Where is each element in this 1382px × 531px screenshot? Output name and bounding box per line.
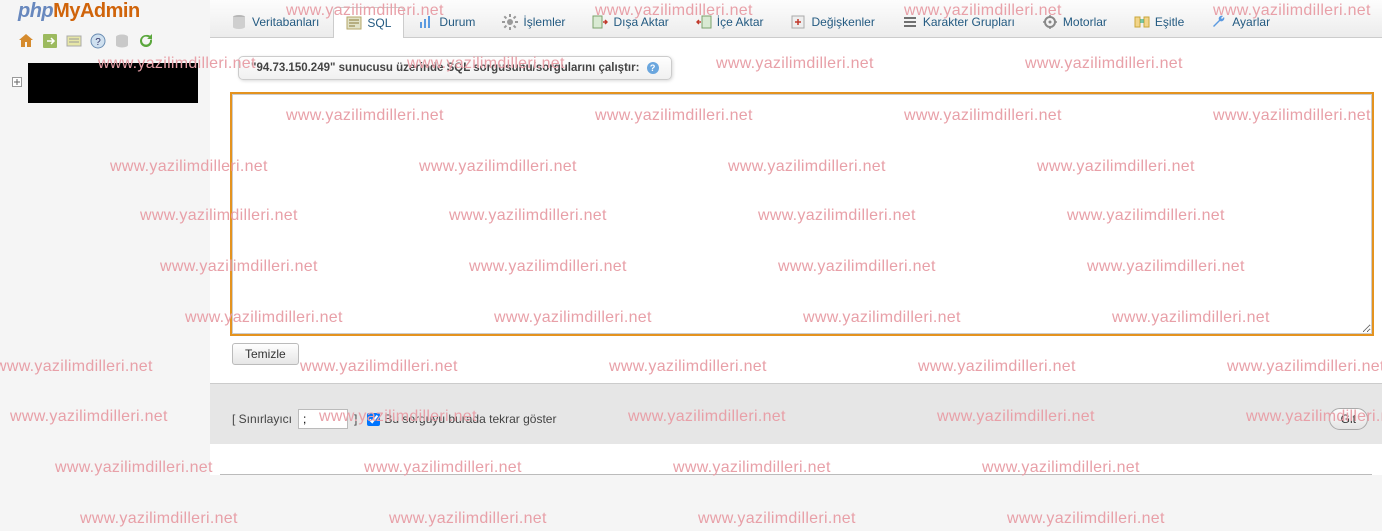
tab-label: Veritabanları xyxy=(252,15,319,29)
go-button[interactable]: Git xyxy=(1329,408,1368,430)
db-tree-item[interactable] xyxy=(8,59,202,107)
show-again-checkbox-wrap[interactable]: Bu sorguyu burada tekrar göster xyxy=(367,412,556,426)
db-name-redacted xyxy=(28,63,198,103)
docs-icon[interactable]: ? xyxy=(90,33,106,49)
reload-icon[interactable] xyxy=(138,33,154,49)
exit-icon[interactable] xyxy=(42,33,58,49)
tab-processes[interactable]: İşlemler xyxy=(489,6,578,37)
charsets-icon xyxy=(902,14,918,30)
tab-label: Durum xyxy=(439,15,475,29)
tab-sql[interactable]: SQL xyxy=(333,7,404,38)
topmenu-tabs: Veritabanları SQL Durum İşlemler Dışa Ak… xyxy=(210,0,1382,38)
tab-sync[interactable]: Eşitle xyxy=(1121,6,1197,37)
export-icon xyxy=(592,14,608,30)
variables-icon xyxy=(790,14,806,30)
wrench-icon xyxy=(1211,14,1227,30)
delimiter-label-open: [ Sınırlayıcı xyxy=(232,412,292,426)
clear-button[interactable]: Temizle xyxy=(232,343,299,365)
sync-icon xyxy=(1134,14,1150,30)
tab-label: İçe Aktar xyxy=(717,15,764,29)
footer-left: [ Sınırlayıcı ] Bu sorguyu burada tekrar… xyxy=(232,409,556,429)
database-icon xyxy=(231,14,247,30)
show-again-checkbox[interactable] xyxy=(367,413,380,426)
tab-export[interactable]: Dışa Aktar xyxy=(579,6,681,37)
sidebar-nav-icons: ? xyxy=(8,27,202,59)
show-again-label: Bu sorguyu burada tekrar göster xyxy=(384,412,556,426)
tab-label: Değişkenler xyxy=(811,15,874,29)
sql-header-text: "94.73.150.249" sunucusu üzerinde SQL so… xyxy=(251,62,639,74)
import-icon xyxy=(696,14,712,30)
logo-php: php xyxy=(18,0,53,22)
tab-label: Motorlar xyxy=(1063,15,1107,29)
sql-footer: [ Sınırlayıcı ] Bu sorguyu burada tekrar… xyxy=(210,383,1382,444)
engines-icon xyxy=(1042,14,1058,30)
tab-label: SQL xyxy=(367,16,391,30)
help-icon[interactable]: ? xyxy=(647,62,659,74)
tab-charsets[interactable]: Karakter Grupları xyxy=(889,6,1028,37)
sql-query-textarea[interactable] xyxy=(232,94,1372,334)
sql-run-header: "94.73.150.249" sunucusu üzerinde SQL so… xyxy=(238,56,672,80)
tab-label: İşlemler xyxy=(523,15,565,29)
tab-label: Eşitle xyxy=(1155,15,1184,29)
main-content: Veritabanları SQL Durum İşlemler Dışa Ak… xyxy=(210,0,1382,531)
sql-panel: "94.73.150.249" sunucusu üzerinde SQL so… xyxy=(210,38,1382,475)
expand-icon[interactable] xyxy=(12,76,22,90)
home-icon[interactable] xyxy=(18,33,34,49)
gear-icon xyxy=(502,14,518,30)
divider xyxy=(220,474,1372,475)
tab-variables[interactable]: Değişkenler xyxy=(777,6,887,37)
svg-text:?: ? xyxy=(95,37,101,48)
logo: phpMyAdmin xyxy=(8,0,202,27)
delimiter-label-close: ] xyxy=(354,412,357,426)
tab-status[interactable]: Durum xyxy=(405,6,488,37)
tab-label: Ayarlar xyxy=(1232,15,1270,29)
navi-icon[interactable] xyxy=(114,33,130,49)
tab-databases[interactable]: Veritabanları xyxy=(218,6,332,37)
tab-import[interactable]: İçe Aktar xyxy=(683,6,777,37)
tab-settings[interactable]: Ayarlar xyxy=(1198,6,1283,37)
tab-engines[interactable]: Motorlar xyxy=(1029,6,1120,37)
sql-body: Temizle xyxy=(210,80,1382,375)
status-icon xyxy=(418,14,434,30)
sql-query-icon[interactable] xyxy=(66,33,82,49)
delimiter-input[interactable] xyxy=(298,409,348,429)
sql-icon xyxy=(346,15,362,31)
logo-rest: MyAdmin xyxy=(53,0,140,22)
tab-label: Dışa Aktar xyxy=(613,15,668,29)
sidebar: phpMyAdmin ? xyxy=(0,0,210,531)
tab-label: Karakter Grupları xyxy=(923,15,1015,29)
